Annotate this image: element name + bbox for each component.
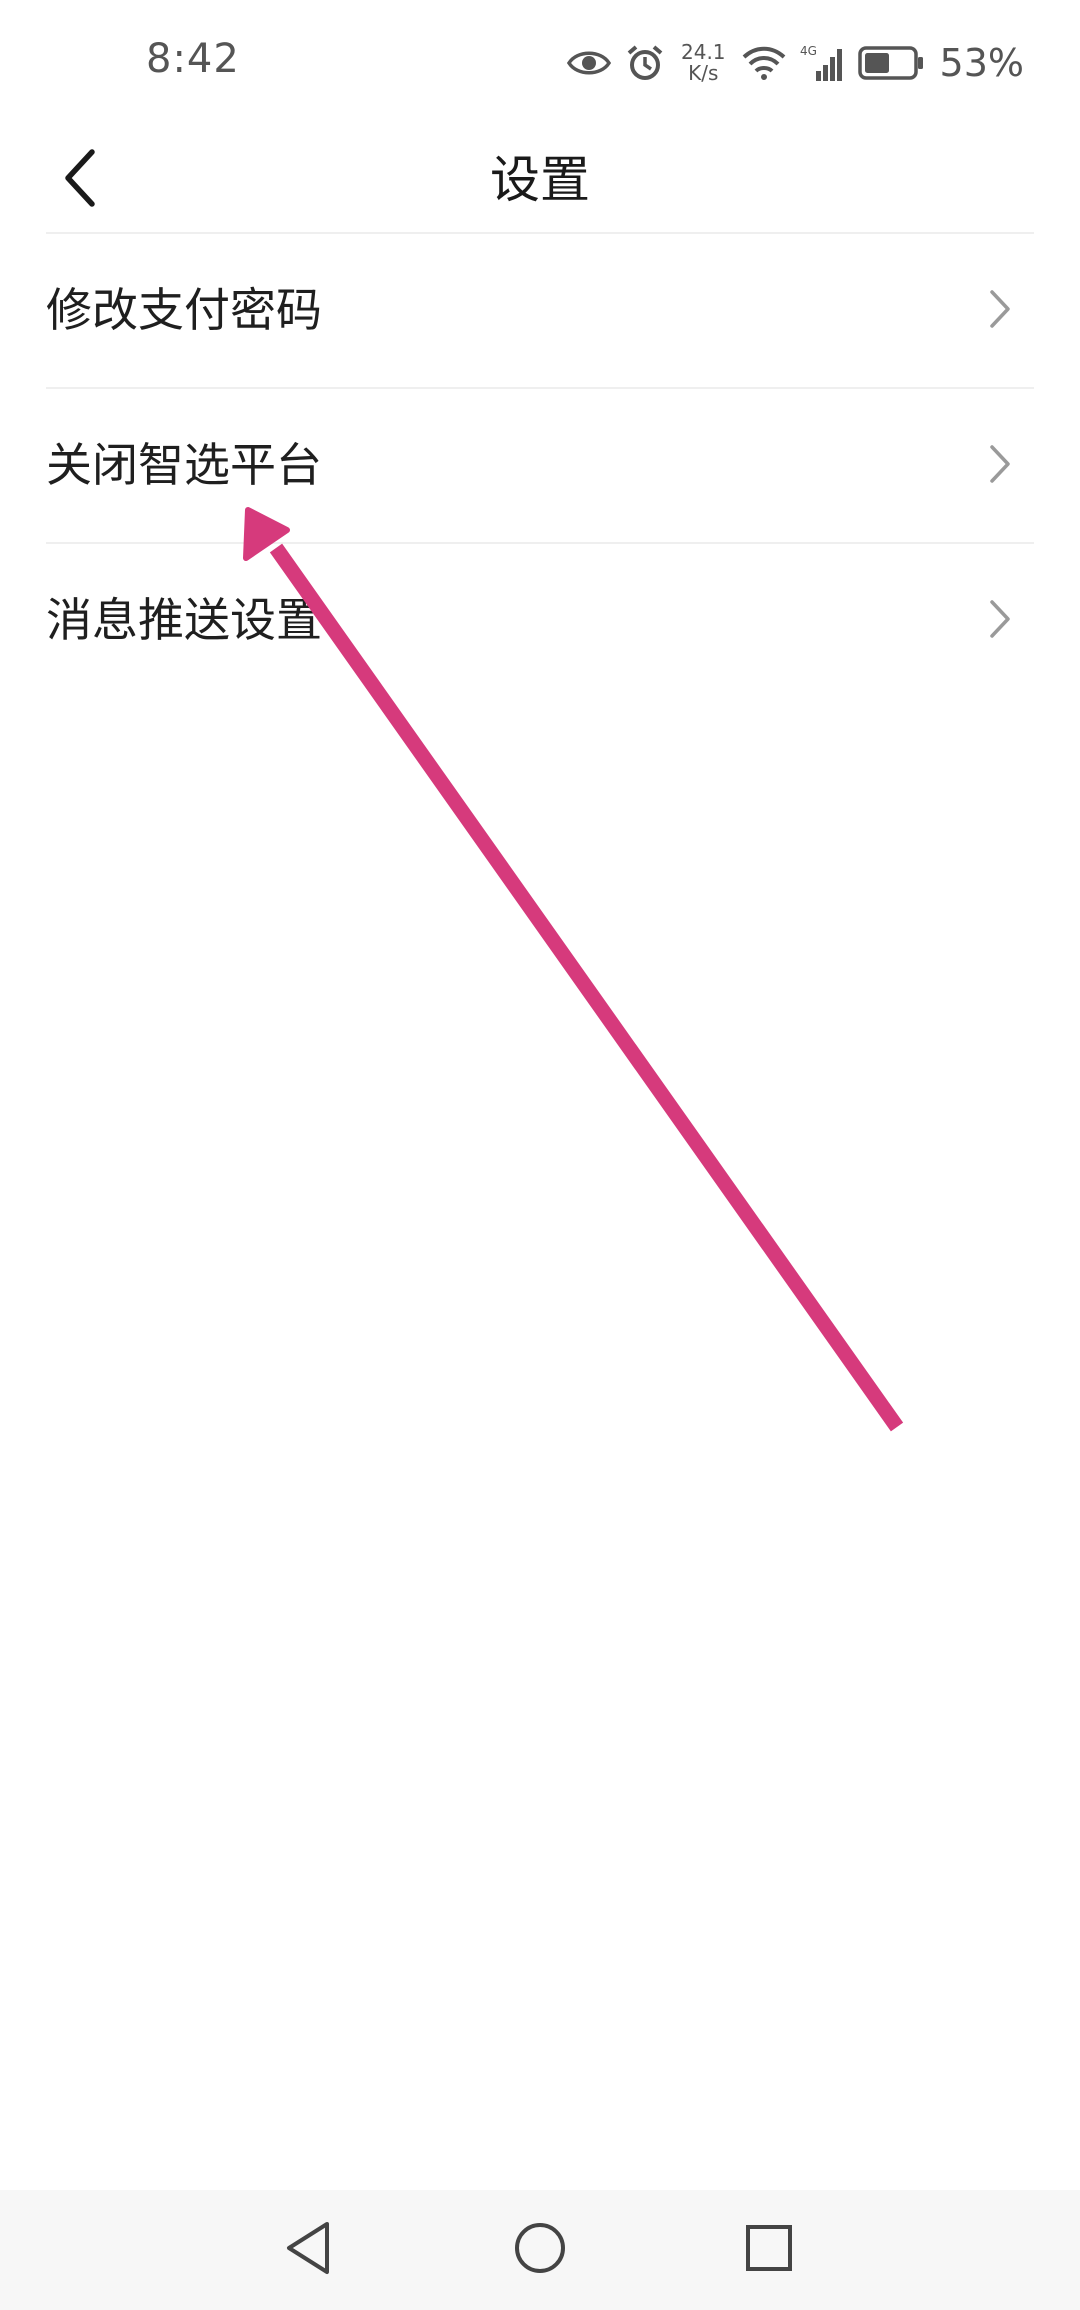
back-triangle-icon [283,2220,333,2280]
network-type-label: 4G [800,44,817,58]
settings-list: 修改支付密码 关闭智选平台 消息推送设置 [46,232,1034,697]
wifi-icon [742,45,786,81]
settings-item-change-payment-password[interactable]: 修改支付密码 [46,232,1034,387]
nav-recents-button[interactable] [734,2215,804,2285]
home-circle-icon [513,2221,567,2279]
eye-icon [567,48,611,78]
alarm-icon [625,43,665,83]
net-speed-unit: K/s [688,61,719,85]
chevron-right-icon [980,284,1020,334]
header: 设置 [0,128,1080,232]
net-speed: 24.1 K/s [681,42,726,84]
settings-item-label: 消息推送设置 [46,593,322,647]
nav-home-button[interactable] [505,2215,575,2285]
status-bar: 8:42 24.1 K/s 4G 53% [0,0,1080,128]
battery-percent: 53% [939,41,1024,85]
chevron-right-icon [980,439,1020,489]
settings-item-label: 关闭智选平台 [46,438,322,492]
settings-item-label: 修改支付密码 [46,283,322,337]
nav-back-button[interactable] [273,2215,343,2285]
status-time: 8:42 [146,36,240,82]
page-title: 设置 [490,151,590,209]
recents-square-icon [744,2223,794,2277]
signal-icon: 4G [800,43,844,83]
net-speed-value: 24.1 [681,40,726,64]
status-icons: 24.1 K/s 4G 53% [567,38,1024,88]
settings-item-push-notification-settings[interactable]: 消息推送设置 [46,542,1034,697]
settings-item-close-smart-platform[interactable]: 关闭智选平台 [46,387,1034,542]
battery-icon [857,46,924,80]
system-nav-bar [0,2190,1080,2310]
chevron-right-icon [980,594,1020,644]
